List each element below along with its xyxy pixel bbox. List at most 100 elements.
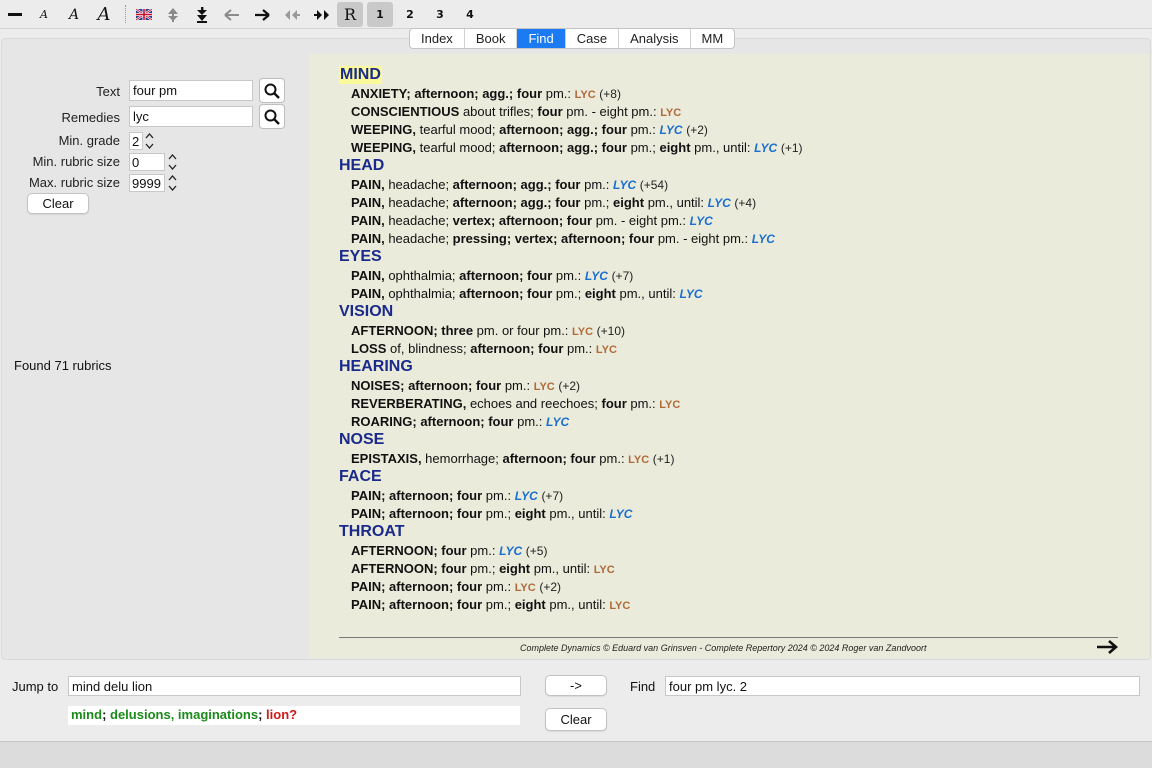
max-rubric-size-stepper[interactable]	[168, 174, 177, 192]
remedy-abbrev[interactable]: LYC	[659, 123, 682, 137]
rubric-row[interactable]: EPISTAXIS, hemorrhage; afternoon; four p…	[351, 450, 674, 469]
collapse-up-icon[interactable]	[160, 2, 186, 27]
clear-search-button[interactable]: Clear	[27, 193, 89, 214]
remedy-abbrev[interactable]: LYC	[752, 232, 775, 246]
more-remedies-count[interactable]: (+2)	[558, 379, 580, 393]
expand-down-icon[interactable]	[189, 2, 215, 27]
chapter-heading[interactable]: THROAT	[339, 523, 404, 541]
chapter-heading[interactable]: HEARING	[339, 358, 413, 376]
jump-to-input[interactable]: mind delu lion	[68, 676, 521, 696]
tab-mm[interactable]: MM	[691, 29, 735, 48]
min-rubric-size-input[interactable]: 0	[129, 153, 165, 171]
rubric-row[interactable]: ANXIETY; afternoon; agg.; four pm.: LYC …	[351, 85, 621, 104]
more-remedies-count[interactable]: (+1)	[781, 141, 803, 155]
remedy-abbrev[interactable]: LYC	[660, 107, 681, 119]
rubric-row[interactable]: REVERBERATING, echoes and reechoes; four…	[351, 395, 680, 414]
uk-flag-icon[interactable]	[131, 2, 157, 27]
text-search-input[interactable]: four pm	[129, 80, 253, 101]
double-back-arrow-icon[interactable]	[279, 2, 305, 27]
remedy-abbrev[interactable]: LYC	[594, 564, 615, 576]
chapter-heading[interactable]: FACE	[339, 468, 382, 486]
more-remedies-count[interactable]: (+8)	[599, 87, 621, 101]
font-medium-a-icon[interactable]: A	[61, 2, 87, 27]
more-remedies-count[interactable]: (+10)	[597, 324, 625, 338]
rubric-row[interactable]: ROARING; afternoon; four pm.: LYC	[351, 413, 569, 431]
rubric-row[interactable]: PAIN; afternoon; four pm.; eight pm., un…	[351, 505, 632, 523]
remedy-abbrev[interactable]: LYC	[613, 178, 636, 192]
view-4-button[interactable]: 4	[457, 2, 483, 27]
chapter-heading[interactable]: MIND	[339, 66, 382, 84]
more-remedies-count[interactable]: (+7)	[612, 269, 634, 283]
more-remedies-count[interactable]: (+2)	[539, 580, 561, 594]
more-remedies-count[interactable]: (+4)	[734, 196, 756, 210]
remedy-abbrev[interactable]: LYC	[628, 454, 649, 466]
remedy-abbrev[interactable]: LYC	[499, 544, 522, 558]
rubric-row[interactable]: PAIN, headache; afternoon; agg.; four pm…	[351, 194, 756, 212]
tab-case[interactable]: Case	[566, 29, 620, 48]
max-rubric-size-input[interactable]: 9999	[129, 174, 165, 192]
rubric-row[interactable]: PAIN, headache; afternoon; agg.; four pm…	[351, 176, 668, 194]
remedy-abbrev[interactable]: LYC	[609, 507, 632, 521]
rubric-row[interactable]: PAIN, ophthalmia; afternoon; four pm.; e…	[351, 285, 703, 303]
jump-suggestion[interactable]: mind; delusions, imaginations; lion?	[68, 706, 520, 725]
remedy-abbrev[interactable]: LYC	[585, 269, 608, 283]
next-page-arrow-icon[interactable]	[1096, 640, 1118, 657]
remedy-abbrev[interactable]: LYC	[609, 600, 630, 612]
tab-find[interactable]: Find	[517, 29, 566, 48]
clear-find-button[interactable]: Clear	[545, 708, 607, 731]
rubric-row[interactable]: CONSCIENTIOUS about trifles; four pm. - …	[351, 103, 681, 122]
view-2-button[interactable]: 2	[397, 2, 423, 27]
min-grade-stepper[interactable]	[145, 132, 154, 150]
more-remedies-count[interactable]: (+2)	[686, 123, 708, 137]
tab-analysis[interactable]: Analysis	[619, 29, 691, 48]
rubric-row[interactable]: NOISES; afternoon; four pm.: LYC (+2)	[351, 377, 580, 396]
remedy-abbrev[interactable]: LYC	[515, 582, 536, 594]
min-grade-input[interactable]: 2	[129, 132, 143, 150]
chapter-heading[interactable]: VISION	[339, 303, 393, 321]
tab-book[interactable]: Book	[465, 29, 518, 48]
rubric-row[interactable]: WEEPING, tearful mood; afternoon; agg.; …	[351, 139, 803, 157]
rubric-row[interactable]: PAIN, headache; vertex; afternoon; four …	[351, 212, 713, 230]
view-3-button[interactable]: 3	[427, 2, 453, 27]
rubric-row[interactable]: AFTERNOON; four pm.: LYC (+5)	[351, 542, 547, 560]
chapter-heading[interactable]: NOSE	[339, 431, 384, 449]
chapter-heading[interactable]: EYES	[339, 248, 382, 266]
more-remedies-count[interactable]: (+7)	[541, 489, 563, 503]
view-1-button[interactable]: 1	[367, 2, 393, 27]
rubric-row[interactable]: PAIN; afternoon; four pm.; eight pm., un…	[351, 596, 630, 615]
rubric-row[interactable]: AFTERNOON; four pm.; eight pm., until: L…	[351, 560, 615, 579]
remedy-abbrev[interactable]: LYC	[546, 415, 569, 429]
remedy-abbrev[interactable]: LYC	[708, 196, 731, 210]
tab-index[interactable]: Index	[410, 29, 465, 48]
rubric-row[interactable]: WEEPING, tearful mood; afternoon; agg.; …	[351, 121, 708, 139]
more-remedies-count[interactable]: (+1)	[653, 452, 675, 466]
rubric-row[interactable]: PAIN; afternoon; four pm.: LYC (+7)	[351, 487, 563, 505]
remedy-abbrev[interactable]: LYC	[572, 326, 593, 338]
remedy-abbrev[interactable]: LYC	[679, 287, 702, 301]
repertory-r-button[interactable]: R	[337, 2, 363, 27]
remedy-abbrev[interactable]: LYC	[659, 399, 680, 411]
rubric-row[interactable]: PAIN; afternoon; four pm.: LYC (+2)	[351, 578, 561, 597]
remedy-abbrev[interactable]: LYC	[754, 141, 777, 155]
min-rubric-size-stepper[interactable]	[168, 153, 177, 171]
more-remedies-count[interactable]: (+5)	[526, 544, 548, 558]
find-input[interactable]: four pm lyc. 2	[665, 676, 1140, 696]
forward-arrow-icon[interactable]	[249, 2, 275, 27]
jump-go-button[interactable]: ->	[545, 675, 607, 696]
remedy-abbrev[interactable]: LYC	[575, 89, 596, 101]
remedies-input[interactable]: lyc	[129, 106, 253, 127]
remedy-abbrev[interactable]: LYC	[690, 214, 713, 228]
font-small-a-icon[interactable]: A	[31, 2, 57, 27]
remedy-abbrev[interactable]: LYC	[515, 489, 538, 503]
rubric-row[interactable]: PAIN, ophthalmia; afternoon; four pm.: L…	[351, 267, 633, 285]
chapter-heading[interactable]: HEAD	[339, 157, 384, 175]
rubric-row[interactable]: AFTERNOON; three pm. or four pm.: LYC (+…	[351, 322, 625, 341]
more-remedies-count[interactable]: (+54)	[640, 178, 668, 192]
back-arrow-icon[interactable]	[219, 2, 245, 27]
text-search-button[interactable]	[259, 78, 285, 103]
font-large-a-icon[interactable]: A	[91, 2, 117, 27]
rubric-row[interactable]: PAIN, headache; pressing; vertex; aftern…	[351, 230, 775, 248]
double-forward-arrow-icon[interactable]	[309, 2, 335, 27]
font-smaller-icon[interactable]	[2, 2, 28, 27]
remedy-abbrev[interactable]: LYC	[596, 344, 617, 356]
